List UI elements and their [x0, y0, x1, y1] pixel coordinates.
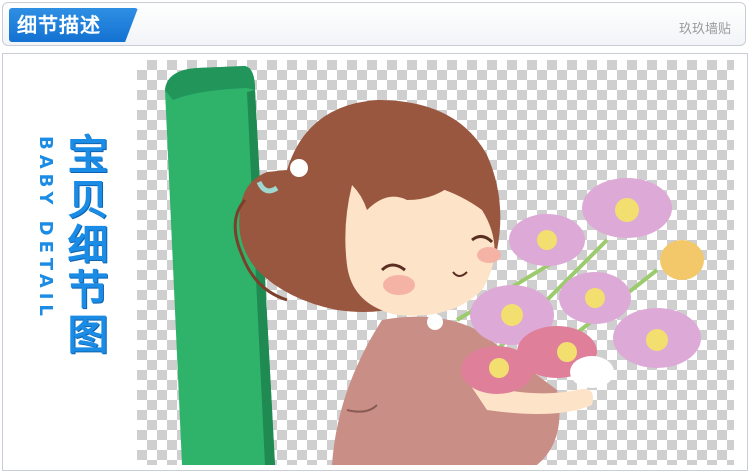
title-char: 宝 — [67, 131, 109, 179]
title-char: 节 — [67, 266, 109, 314]
title-char: 图 — [67, 311, 109, 359]
product-image — [137, 60, 734, 465]
section-title: 细节描述 — [17, 13, 101, 37]
vertical-english-title: BABY DETAIL — [35, 136, 56, 321]
title-char: 贝 — [67, 176, 109, 224]
brand-name: 玖玖墙贴 — [678, 22, 731, 37]
girl-with-flowers-illustration — [165, 66, 704, 465]
title-char: 细 — [67, 221, 109, 269]
vertical-chinese-title: 宝 贝 细 节 图 — [66, 133, 110, 358]
header-bar: 细节描述 玖玖墙贴 — [2, 2, 746, 46]
